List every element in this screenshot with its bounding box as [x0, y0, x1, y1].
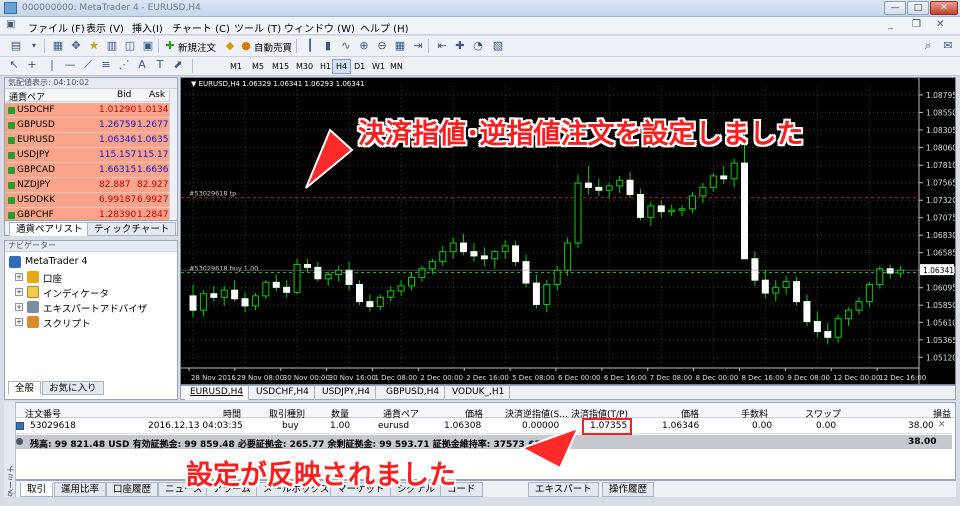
- annotation-bottom: 設定が反映されました: [186, 460, 456, 491]
- annotation-arrows: [305, 128, 580, 470]
- arrow-to-tp-cell: [519, 426, 580, 470]
- arrow-to-tp-line: [305, 128, 354, 189]
- annotation-top: 決済指値･逆指値注文を設定しました: [358, 119, 804, 150]
- tp-highlight-box: [582, 418, 632, 435]
